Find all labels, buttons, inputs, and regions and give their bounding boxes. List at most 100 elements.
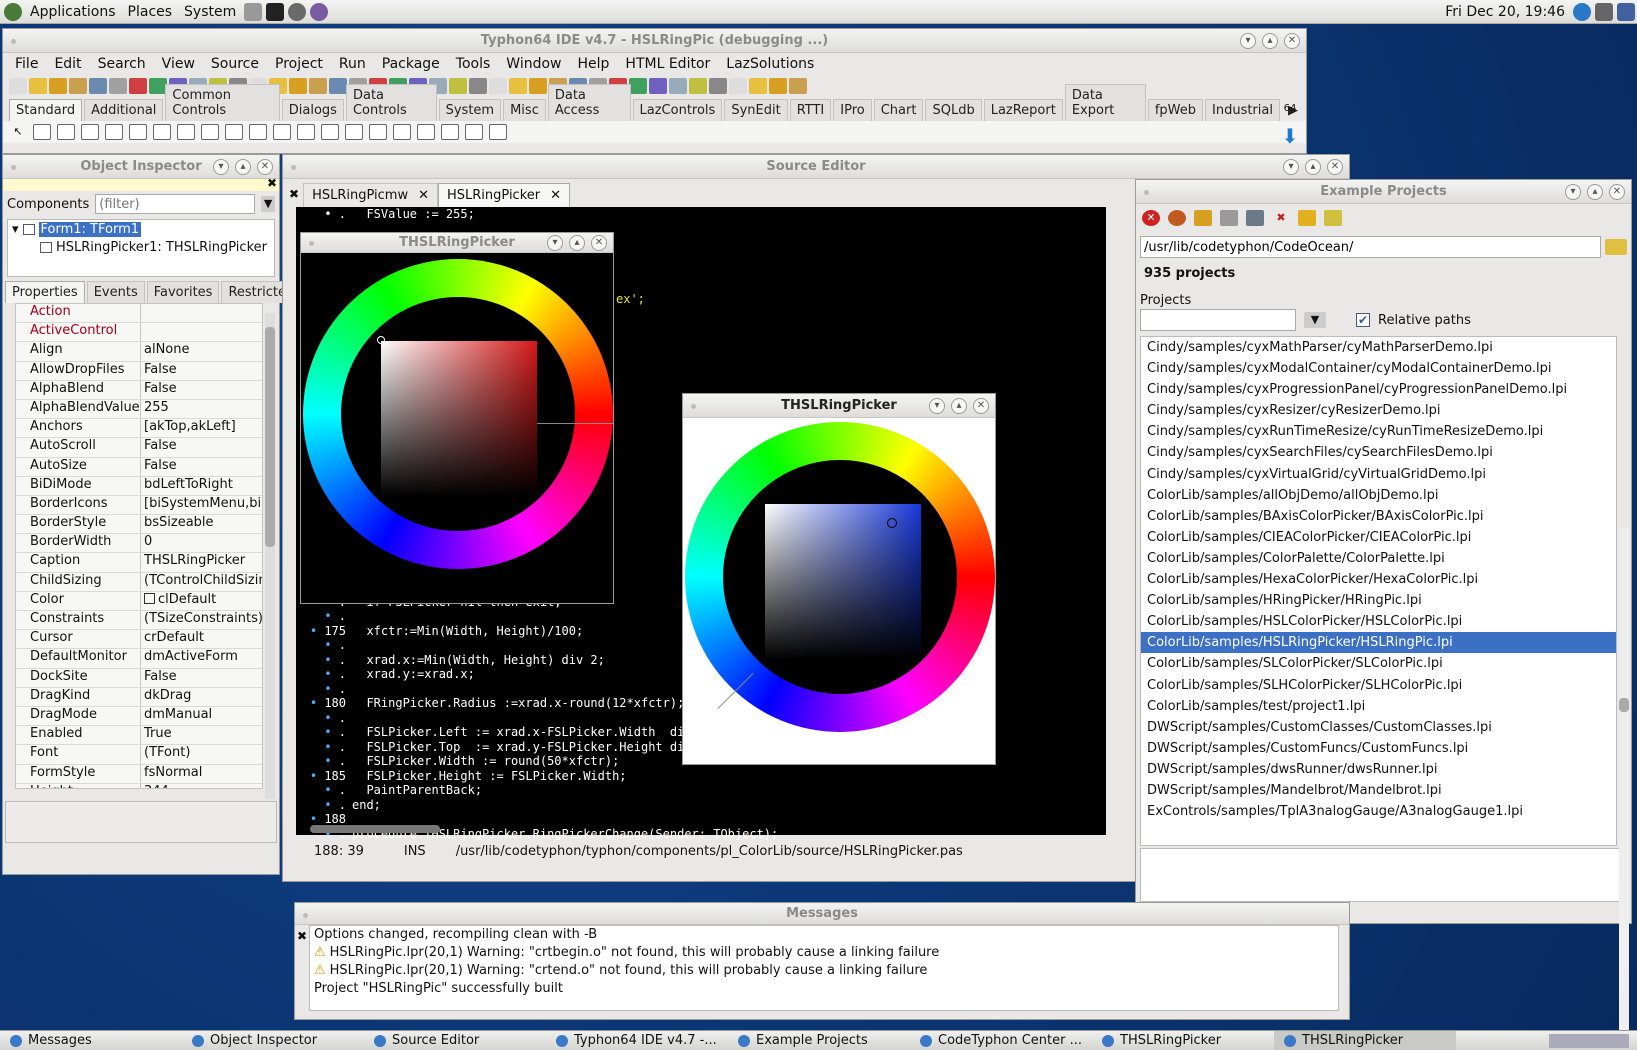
palette-tab[interactable]: RTTI — [789, 99, 832, 121]
project-item[interactable]: ColorLib/samples/HSLColorPicker/HSLColor… — [1141, 611, 1616, 632]
message-line[interactable]: Project "HSLRingPic" successfully built — [314, 980, 1338, 998]
property-row[interactable]: Height344 — [16, 783, 262, 788]
tab-hslringpicker[interactable]: HSLRingPicker ✕ — [437, 183, 571, 207]
maximize-icon[interactable]: ▴ — [1587, 184, 1603, 200]
message-line[interactable]: HSLRingPic.lpr(20,1) Warning: "crtbegin.… — [330, 944, 940, 962]
project-item[interactable]: ColorLib/samples/test/project1.lpi — [1141, 696, 1616, 717]
toolbar-button-icon[interactable] — [729, 78, 747, 94]
property-row[interactable]: AutoSize False — [16, 457, 262, 477]
component-icon[interactable] — [57, 124, 75, 140]
taskbar-item[interactable]: THSLRingPicker — [1274, 1030, 1456, 1050]
oi-tab-events[interactable]: Events — [86, 281, 145, 303]
project-item[interactable]: Cindy/samples/cyxModalContainer/cyModalC… — [1141, 358, 1616, 379]
workspace-switcher[interactable] — [1549, 1033, 1629, 1048]
project-item[interactable]: DWScript/samples/CustomClasses/CustomCla… — [1141, 717, 1616, 738]
toolbar-button-icon[interactable] — [789, 78, 807, 94]
property-value[interactable] — [141, 323, 262, 341]
collapse-icon[interactable]: ▾ — [12, 222, 19, 237]
volume-icon[interactable] — [1595, 2, 1613, 21]
component-icon[interactable] — [225, 124, 243, 140]
property-row[interactable]: ChildSizing▶(TControlChildSizin — [16, 572, 262, 592]
palette-tab[interactable]: SQLdb — [925, 99, 982, 121]
project-item[interactable]: Cindy/samples/cyxProgressionPanel/cyProg… — [1141, 379, 1616, 400]
property-value[interactable]: 344 — [141, 784, 262, 788]
folder-icon[interactable] — [1298, 210, 1316, 226]
property-value[interactable]: True — [141, 726, 262, 744]
toolbar-button-icon[interactable] — [489, 78, 507, 94]
palette-tab[interactable]: Data Export — [1064, 84, 1146, 121]
component-icon[interactable] — [273, 124, 291, 140]
property-row[interactable]: DragKind dkDrag — [16, 687, 262, 707]
menu-project[interactable]: Project — [267, 56, 331, 72]
message-line[interactable]: HSLRingPic.lpr(20,1) Warning: "crtend.o"… — [330, 962, 928, 980]
component-icon[interactable] — [369, 124, 387, 140]
filter-icon[interactable]: ▼ — [1304, 312, 1326, 328]
relative-paths-checkbox[interactable]: ✔ — [1356, 313, 1370, 327]
palette-tab[interactable]: Data Access — [547, 84, 631, 121]
toolbar-button-icon[interactable] — [669, 78, 687, 94]
close-icon[interactable]: ✕ — [257, 159, 273, 175]
taskbar-item[interactable]: CodeTyphon Center ... — [910, 1031, 1092, 1050]
property-value[interactable]: dmManual — [141, 707, 262, 725]
property-value[interactable]: False — [141, 458, 262, 476]
projects-scrollbar[interactable] — [1619, 528, 1629, 1038]
toolbar-button-icon[interactable] — [49, 78, 67, 94]
project-item[interactable]: ColorLib/samples/HexaColorPicker/HexaCol… — [1141, 569, 1616, 590]
palette-tab[interactable]: IPro — [833, 99, 872, 121]
toolbar-button-icon[interactable] — [109, 78, 127, 94]
minimize-icon[interactable]: ▾ — [213, 159, 229, 175]
property-value[interactable]: (TSizeConstraints) — [141, 611, 262, 629]
taskbar-item[interactable]: THSLRingPicker — [1092, 1031, 1274, 1050]
property-value[interactable]: crDefault — [141, 630, 262, 648]
sl-cursor-2[interactable] — [887, 518, 897, 528]
property-row[interactable]: Constraints▶(TSizeConstraints) — [16, 611, 262, 631]
project-item[interactable]: DWScript/samples/Mandelbrot/Mandelbrot.l… — [1141, 780, 1616, 801]
property-row[interactable]: Action — [16, 304, 262, 324]
property-value[interactable]: 255 — [141, 400, 262, 418]
property-row[interactable]: DefaultMonitor dmActiveForm — [16, 649, 262, 669]
taskbar-item[interactable]: Source Editor — [364, 1031, 546, 1050]
close-icon[interactable]: ✕ — [591, 235, 607, 251]
project-item[interactable]: DWScript/samples/CustomFuncs/CustomFuncs… — [1141, 738, 1616, 759]
component-icon[interactable] — [33, 124, 51, 140]
property-value[interactable]: bsSizeable — [141, 515, 262, 533]
menu-search[interactable]: Search — [90, 56, 154, 72]
maximize-icon[interactable]: ▴ — [1262, 33, 1278, 49]
menu-tools[interactable]: Tools — [448, 56, 499, 72]
component-icon[interactable] — [81, 124, 99, 140]
maximize-icon[interactable]: ▴ — [569, 235, 585, 251]
projects-filter-input[interactable] — [1140, 309, 1296, 331]
places-menu[interactable]: Places — [122, 4, 179, 20]
component-icon[interactable] — [417, 124, 435, 140]
component-icon[interactable] — [441, 124, 459, 140]
menu-view[interactable]: View — [154, 56, 203, 72]
palette-tab[interactable]: System — [438, 99, 502, 121]
project-item[interactable]: Cindy/samples/cyxSearchFiles/cySearchFil… — [1141, 442, 1616, 463]
toolbar-button-icon[interactable] — [449, 78, 467, 94]
palette-tab[interactable]: Additional — [84, 99, 164, 121]
toolbar-button-icon[interactable] — [289, 78, 307, 94]
menu-source[interactable]: Source — [203, 56, 267, 72]
palette-tab[interactable]: Data Controls — [345, 84, 437, 121]
project-item[interactable]: ColorLib/samples/SLColorPicker/SLColorPi… — [1141, 653, 1616, 674]
palette-tab[interactable]: Dialogs — [281, 99, 344, 121]
toolbar-button-icon[interactable] — [769, 78, 787, 94]
property-row[interactable]: BorderIcons▶[biSystemMenu,biM — [16, 495, 262, 516]
component-icon[interactable] — [321, 124, 339, 140]
property-row[interactable]: Enabled True — [16, 726, 262, 746]
close-editor-icon[interactable]: ✖ — [285, 187, 303, 207]
property-value[interactable]: dkDrag — [141, 688, 262, 706]
property-value[interactable] — [141, 304, 262, 322]
network-icon[interactable] — [1573, 2, 1591, 21]
menu-file[interactable]: File — [7, 56, 46, 72]
maximize-icon[interactable]: ▴ — [951, 398, 967, 414]
property-value[interactable]: THSLRingPicker — [141, 553, 262, 571]
toolbar-button-icon[interactable] — [709, 78, 727, 94]
property-value[interactable]: [biSystemMenu,biM — [141, 496, 262, 514]
minimize-icon[interactable]: ▾ — [929, 398, 945, 414]
project-item[interactable]: ColorLib/samples/allObjDemo/allObjDemo.l… — [1141, 485, 1616, 506]
property-value[interactable]: (TControlChildSizin — [141, 573, 262, 591]
close-icon[interactable]: ✕ — [973, 398, 989, 414]
project-item[interactable]: ColorLib/samples/SLHColorPicker/SLHColor… — [1141, 675, 1616, 696]
palette-tab[interactable]: Industrial — [1205, 99, 1280, 121]
